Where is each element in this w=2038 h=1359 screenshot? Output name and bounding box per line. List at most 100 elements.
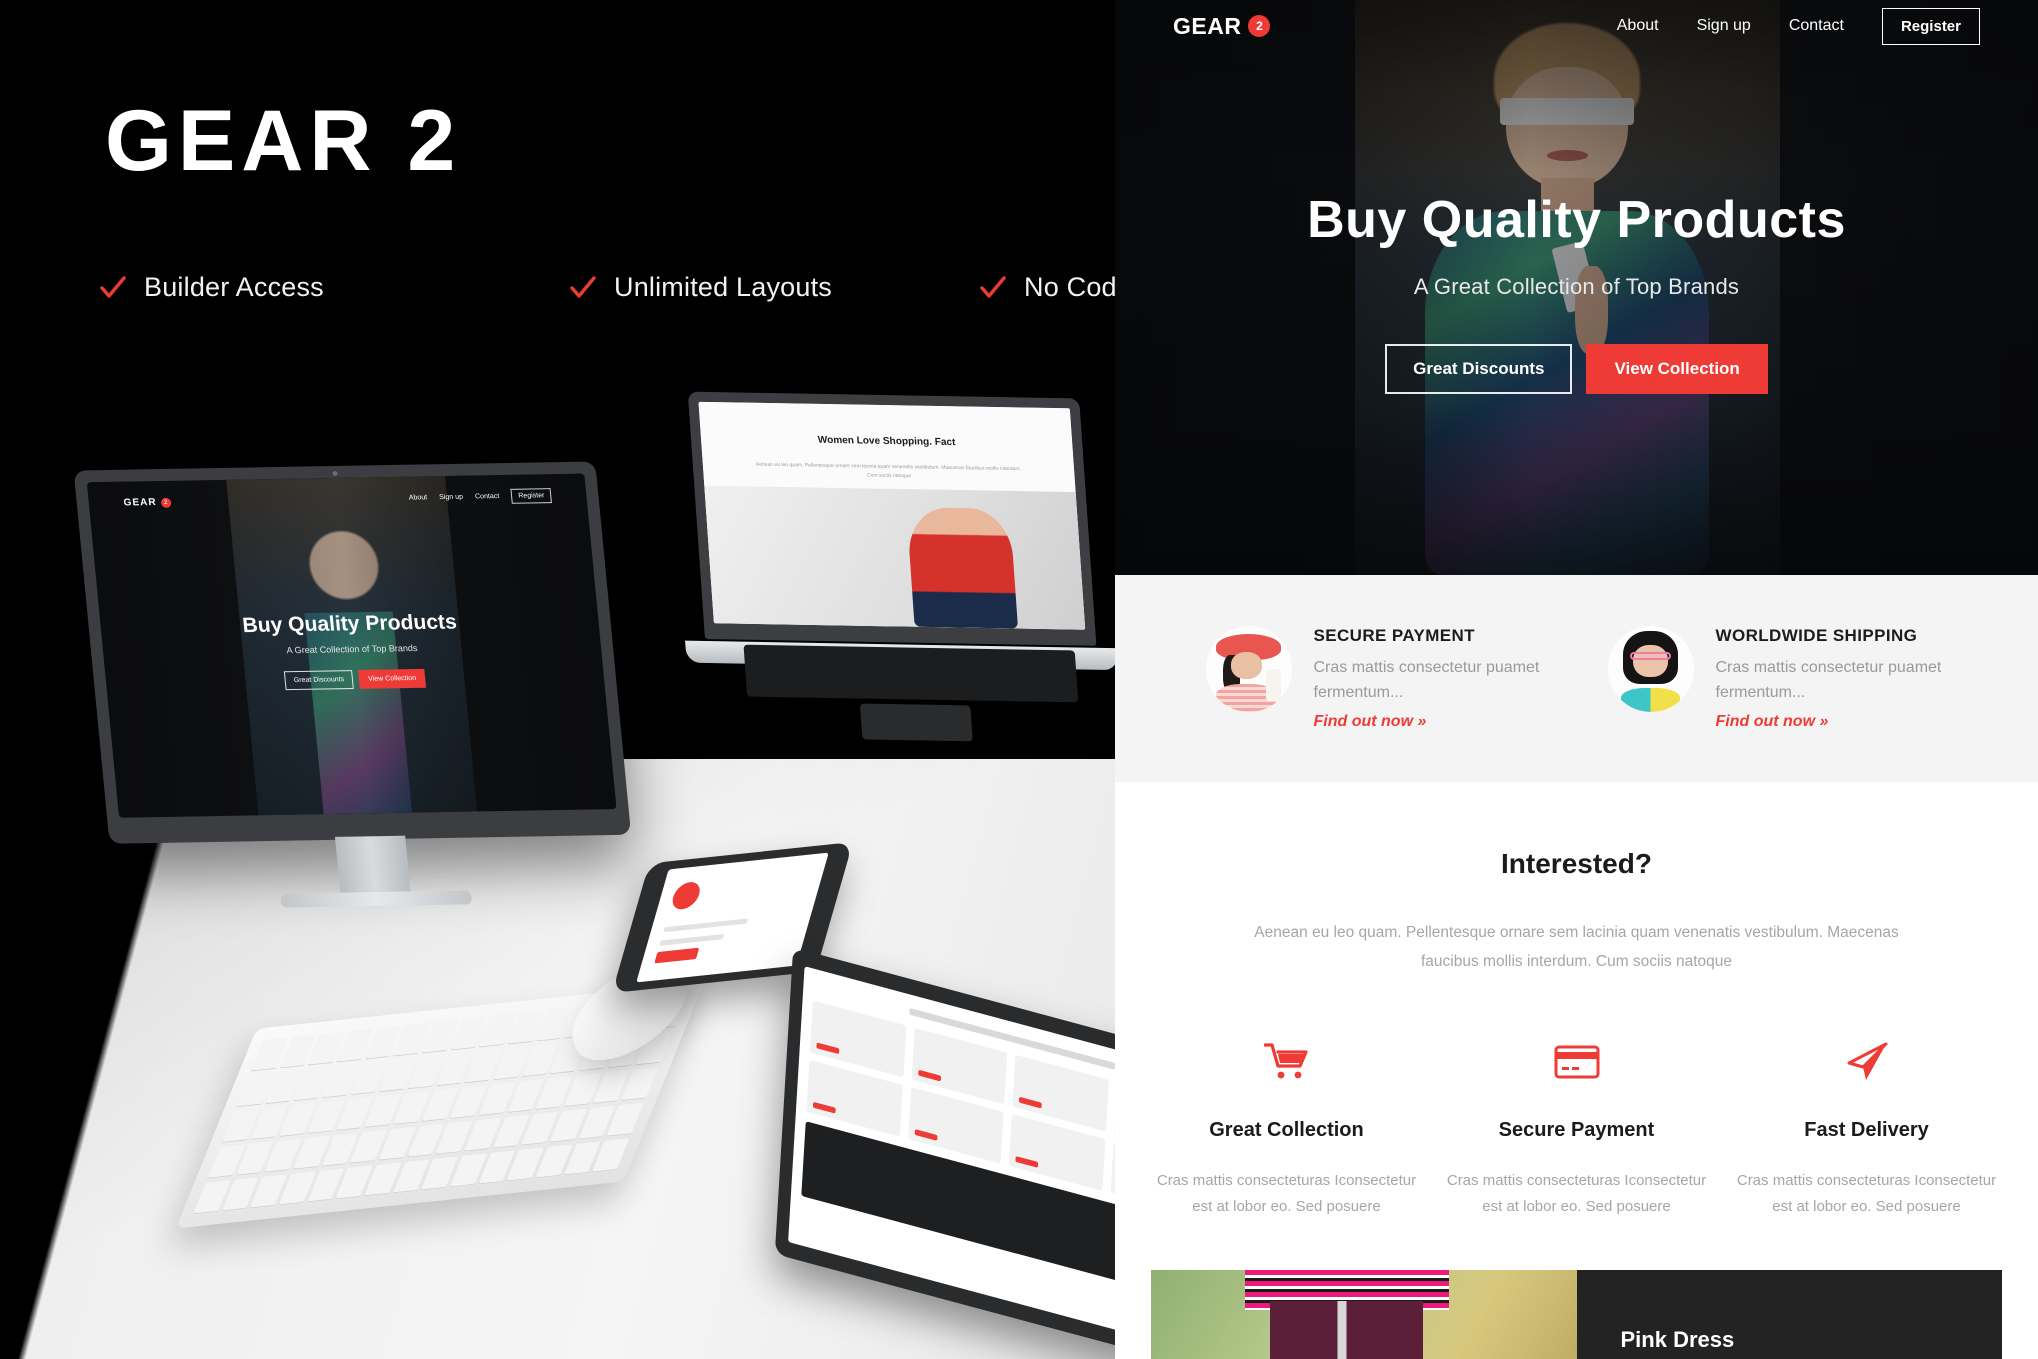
mini-nav-contact: Contact [474, 493, 500, 501]
feature-card-worldwide-shipping: WORLDWIDE SHIPPING Cras mattis consectet… [1607, 625, 1948, 732]
face-shape [1633, 644, 1668, 678]
imac-mockup: GEAR 2 About Sign up Contact Register Bu… [73, 461, 637, 908]
interested-section: Interested? Aenean eu leo quam. Pellente… [1115, 782, 2038, 1221]
iphone-text-line [659, 933, 725, 946]
macbook-trackpad [859, 703, 973, 742]
section-title: Interested? [1501, 848, 1652, 879]
hero-subheading: A Great Collection of Top Brands [1413, 274, 1740, 299]
link-label: Find out now [1715, 713, 1816, 731]
check-icon [100, 275, 126, 300]
service-title: Fast Delivery [1804, 1118, 1929, 1141]
avatar-art [1607, 625, 1694, 712]
service-great-collection: Great Collection Cras mattis consectetur… [1152, 1035, 1422, 1221]
macbook-body-text: Aenean eu leo quam. Pellentesque ornare … [755, 461, 1022, 479]
find-out-now-link[interactable]: Find out now » [1314, 713, 1546, 731]
product-legs [1270, 1301, 1424, 1359]
macbook-keyboard [743, 644, 1079, 703]
feature-description: Cras mattis consectetur puamet fermentum… [1313, 658, 1540, 701]
service-fast-delivery: Fast Delivery Cras mattis consecteturas … [1732, 1035, 2002, 1221]
imac-bezel: GEAR 2 About Sign up Contact Register Bu… [73, 461, 632, 844]
hero-section: GEAR 2 About Sign up Contact Register Bu… [1115, 0, 2038, 575]
service-description: Cras mattis consecteturas Iconsectetur e… [1736, 1171, 1997, 1216]
face-shape [1231, 651, 1263, 680]
logo-badge: 2 [1248, 15, 1271, 37]
service-title: Great Collection [1209, 1118, 1364, 1141]
chevron-right-icon: » [1819, 713, 1829, 731]
service-description: Cras mattis consecteturas Iconsectetur e… [1446, 1171, 1707, 1216]
feature-label: Builder Access [144, 272, 324, 302]
mini-site-imac: GEAR 2 About Sign up Contact Register Bu… [86, 473, 617, 818]
imac-screen: GEAR 2 About Sign up Contact Register Bu… [86, 473, 617, 818]
macbook-lid: Women Love Shopping. Fact Aenean eu leo … [687, 391, 1097, 646]
section-description: Aenean eu leo quam. Pellentesque ornare … [1254, 924, 1899, 971]
feature-card-text: WORLDWIDE SHIPPING Cras mattis consectet… [1716, 626, 1948, 732]
list-item: No Coding Skills Required [980, 260, 1115, 315]
service-title: Secure Payment [1498, 1118, 1655, 1141]
find-out-now-link[interactable]: Find out now » [1716, 713, 1948, 731]
paper-plane-icon [1732, 1035, 2002, 1089]
iphone-cta [654, 947, 700, 963]
mini-register-button: Register [510, 488, 553, 505]
mini-nav-signup: Sign up [438, 494, 464, 502]
feature-list: Builder Access Unlimited Layouts No Codi… [100, 260, 1115, 315]
site-logo[interactable]: GEAR 2 [1173, 12, 1271, 40]
check-icon [570, 275, 596, 300]
link-label: Find out now [1313, 713, 1414, 731]
mini-logo: GEAR [123, 497, 158, 509]
feature-label: Unlimited Layouts [614, 272, 833, 302]
woman-with-hat-avatar [1205, 625, 1292, 712]
register-button[interactable]: Register [1881, 7, 1980, 45]
mini-discounts-button: Great Discounts [283, 669, 355, 690]
promo-panel: GEAR 2 Builder Access Unlimited Layouts … [0, 0, 1115, 1359]
feature-description: Cras mattis consectetur puamet fermentum… [1715, 658, 1942, 701]
great-discounts-button[interactable]: Great Discounts [1385, 344, 1573, 394]
glasses-icon [1629, 651, 1672, 661]
body-shape [1621, 687, 1680, 712]
iphone-logo-badge [669, 881, 703, 911]
nav-item-contact[interactable]: Contact [1789, 17, 1844, 35]
mini-hero-copy: Buy Quality Products A Great Collection … [100, 608, 605, 693]
mini-logo-badge: 2 [160, 497, 172, 508]
mini-navbar: GEAR 2 About Sign up Contact Register [87, 474, 589, 526]
mini-collection-button: View Collection [358, 668, 427, 689]
macbook-page: Women Love Shopping. Fact Aenean eu leo … [698, 401, 1086, 630]
hero-copy: Buy Quality Products A Great Collection … [1115, 190, 2038, 394]
macbook-screen: Women Love Shopping. Fact Aenean eu leo … [698, 401, 1086, 630]
drink-cup-icon [1265, 668, 1282, 702]
iphone-text-line [663, 918, 748, 933]
service-secure-payment: Secure Payment Cras mattis consecteturas… [1442, 1035, 1712, 1221]
nav-links: About Sign up Contact Register [1617, 7, 1980, 45]
feature-card-text: SECURE PAYMENT Cras mattis consectetur p… [1314, 626, 1546, 732]
hero-buttons: Great Discounts View Collection [1115, 344, 2038, 394]
feature-strip: SECURE PAYMENT Cras mattis consectetur p… [1115, 575, 2038, 782]
feature-card-secure-payment: SECURE PAYMENT Cras mattis consectetur p… [1205, 625, 1546, 732]
feature-label: No Coding Skills Required [1024, 272, 1115, 302]
mini-nav-about: About [408, 494, 428, 502]
product-image [1151, 1270, 1577, 1359]
logo-text: GEAR [1173, 12, 1242, 39]
list-item: Unlimited Layouts [570, 260, 980, 315]
view-collection-button[interactable]: View Collection [1586, 344, 1768, 394]
shopping-cart-icon [1152, 1035, 1422, 1089]
service-description: Cras mattis consecteturas Iconsectetur e… [1156, 1171, 1417, 1216]
macbook-mockup: Women Love Shopping. Fact Aenean eu leo … [685, 391, 1115, 742]
mini-nav-links: About Sign up Contact Register [408, 488, 553, 506]
hero-heading: Buy Quality Products [1307, 191, 1846, 249]
product-info: Pink Dress [1576, 1270, 2002, 1359]
page-title: GEAR 2 [105, 93, 462, 189]
macbook-page-model [906, 507, 1019, 629]
woman-with-glasses-avatar [1607, 625, 1694, 712]
website-preview: GEAR 2 About Sign up Contact Register Bu… [1115, 0, 2038, 1359]
check-icon [980, 275, 1006, 300]
nav-item-signup[interactable]: Sign up [1697, 17, 1751, 35]
product-banner[interactable]: Pink Dress [1151, 1270, 2002, 1359]
site-navbar: GEAR 2 About Sign up Contact Register [1115, 0, 2038, 52]
nav-item-about[interactable]: About [1617, 17, 1659, 35]
macbook-heading: Women Love Shopping. Fact [817, 434, 956, 449]
poster-stage: GEAR 2 Builder Access Unlimited Layouts … [0, 0, 2038, 1359]
services-row: Great Collection Cras mattis consectetur… [1115, 1035, 2038, 1221]
avatar-art [1205, 625, 1292, 712]
feature-title: WORLDWIDE SHIPPING [1715, 625, 1918, 645]
imac-stand-neck [334, 835, 411, 895]
mini-subheading: A Great Collection of Top Brands [286, 642, 418, 656]
